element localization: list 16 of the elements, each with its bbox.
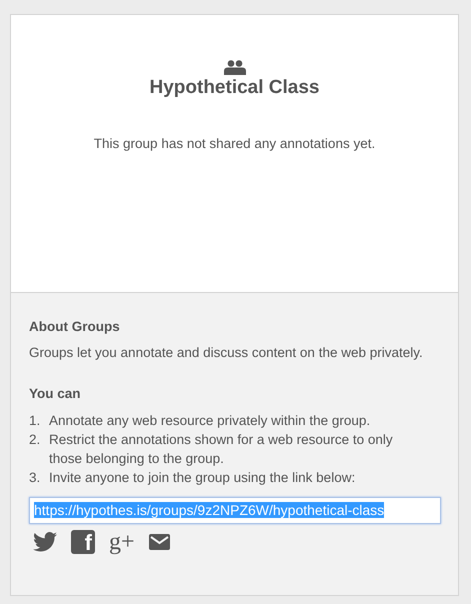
- list-item-text: Restrict the annotations shown for a web resource to only those belonging to the group.: [49, 430, 394, 468]
- group-icon: [224, 60, 246, 75]
- group-title: Hypothetical Class: [148, 77, 320, 100]
- twitter-icon[interactable]: [33, 532, 57, 552]
- google-plus-icon[interactable]: g+: [109, 530, 135, 554]
- empty-message: This group has not shared any annotations yet.: [92, 135, 376, 154]
- list-item-text: Annotate any web resource privately within the group.: [49, 412, 370, 430]
- about-text: Groups let you annotate and discuss content on the web privately.: [29, 344, 424, 362]
- section-heading: You can: [29, 385, 82, 404]
- list-number: 1.: [29, 412, 42, 430]
- email-icon[interactable]: [148, 534, 170, 550]
- section-heading: About Groups: [29, 318, 121, 336]
- list-number: 3.: [29, 468, 42, 486]
- list-item-text: Invite anyone to join the group using the link below:: [49, 468, 356, 486]
- list-number: 2.: [29, 430, 42, 448]
- facebook-icon[interactable]: f: [71, 530, 95, 554]
